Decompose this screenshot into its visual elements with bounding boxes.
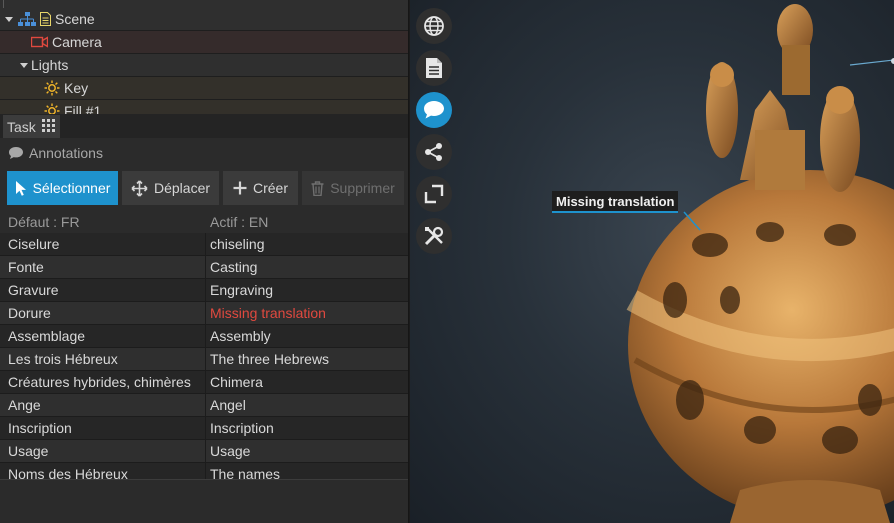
cell-default: Usage (8, 443, 49, 459)
select-button-label: Sélectionner (32, 180, 111, 196)
cell-active[interactable]: Angel (210, 397, 246, 413)
cell-default: Les trois Hébreux (8, 351, 118, 367)
create-button-label: Créer (252, 180, 288, 196)
tree-item-label: Camera (52, 34, 102, 50)
table-header: Défaut : FR Actif : EN (0, 211, 408, 233)
document-icon (40, 12, 51, 26)
select-button[interactable]: Sélectionner (7, 171, 118, 205)
cell-active[interactable]: Chimera (210, 374, 263, 390)
cell-active-missing[interactable]: Missing translation (210, 305, 326, 321)
globe-button[interactable] (416, 8, 452, 44)
left-panel: Scene Camera Lights Key Fill #1 Task Ann… (0, 0, 409, 523)
cell-default: Ciselure (8, 236, 60, 252)
hierarchy-icon (18, 12, 36, 26)
table-row[interactable]: Les trois Hébreux The three Hebrews (0, 348, 408, 371)
grid-icon[interactable] (41, 118, 55, 135)
panel-title: Annotations (0, 138, 408, 167)
table-row[interactable]: Dorure Missing translation (0, 302, 408, 325)
document-button[interactable] (416, 50, 452, 86)
cell-active[interactable]: Engraving (210, 282, 273, 298)
move-arrows-icon (131, 179, 148, 197)
delete-button[interactable]: Supprimer (302, 171, 404, 205)
fullscreen-button[interactable] (416, 176, 452, 212)
speech-bubble-icon (8, 146, 24, 160)
tab-task[interactable]: Task (3, 115, 60, 138)
tree-item-label: Scene (55, 11, 95, 27)
table-row[interactable]: Créatures hybrides, chimères Chimera (0, 371, 408, 394)
cell-active[interactable]: Casting (210, 259, 257, 275)
column-header-default: Défaut : FR (8, 214, 80, 230)
tree-item-label: Key (64, 80, 89, 96)
cell-active[interactable]: The names (210, 466, 280, 479)
tree-item-key[interactable]: Key (0, 77, 408, 100)
annotation-toolbar: Sélectionner Déplacer Créer Supprimer (0, 167, 408, 211)
table-row[interactable]: Inscription Inscription (0, 417, 408, 440)
task-tab-bar: Task (0, 114, 408, 138)
cell-active[interactable]: chiseling (210, 236, 264, 252)
move-button-label: Déplacer (153, 180, 211, 196)
delete-button-label: Supprimer (330, 180, 395, 196)
tree-item-camera[interactable]: Camera (0, 31, 408, 54)
table-row[interactable]: Ciselure chiseling (0, 233, 408, 256)
annotation-button[interactable] (416, 92, 452, 128)
table-row[interactable]: Ange Angel (0, 394, 408, 417)
annotation-table: Ciselure chiseling Fonte Casting Gravure… (0, 233, 408, 479)
3d-model-render[interactable] (410, 0, 894, 523)
share-icon (425, 143, 442, 161)
cell-default: Gravure (8, 282, 59, 298)
3d-viewport[interactable]: Missing translation (410, 0, 894, 523)
column-header-active: Actif : EN (210, 214, 269, 230)
cell-default: Créatures hybrides, chimères (8, 374, 191, 390)
tools-icon (424, 226, 444, 246)
globe-icon (424, 16, 444, 36)
cell-default: Ange (8, 397, 41, 413)
move-button[interactable]: Déplacer (122, 171, 219, 205)
table-row[interactable]: Assemblage Assembly (0, 325, 408, 348)
cell-default: Dorure (8, 305, 51, 321)
scene-tree: Scene Camera Lights Key Fill #1 (0, 0, 408, 114)
camera-icon (31, 36, 48, 48)
expand-icon (424, 184, 444, 204)
table-row[interactable]: Usage Usage (0, 440, 408, 463)
tree-item-lights[interactable]: Lights (0, 54, 408, 77)
cursor-icon (15, 180, 26, 196)
cell-default: Assemblage (8, 328, 86, 344)
collapse-arrow-icon[interactable] (20, 62, 28, 68)
cell-default: Noms des Hébreux (8, 466, 128, 479)
cell-active[interactable]: The three Hebrews (210, 351, 329, 367)
table-row[interactable]: Noms des Hébreux The names (0, 463, 408, 479)
tree-item-label: Lights (31, 57, 69, 73)
tree-item-label: Fill #1 (64, 103, 102, 114)
create-button[interactable]: Créer (223, 171, 298, 205)
sun-icon (44, 80, 60, 96)
tree-item-scene[interactable]: Scene (0, 8, 408, 31)
collapse-arrow-icon[interactable] (5, 16, 13, 22)
table-row[interactable]: Gravure Engraving (0, 279, 408, 302)
cell-active[interactable]: Usage (210, 443, 250, 459)
share-button[interactable] (416, 134, 452, 170)
panel-title-label: Annotations (29, 144, 103, 161)
annotation-icon (424, 101, 444, 119)
panel-footer (0, 479, 408, 523)
cell-default: Fonte (8, 259, 44, 275)
cell-default: Inscription (8, 420, 72, 436)
tree-item-fill[interactable]: Fill #1 (0, 100, 408, 114)
tools-button[interactable] (416, 218, 452, 254)
tab-label: Task (7, 118, 36, 135)
plus-icon (233, 181, 247, 195)
trash-icon (311, 180, 324, 196)
annotation-label[interactable]: Missing translation (552, 191, 679, 213)
table-row[interactable]: Fonte Casting (0, 256, 408, 279)
document-icon (426, 58, 442, 78)
sun-icon (44, 103, 60, 114)
cell-active[interactable]: Inscription (210, 420, 274, 436)
cell-active[interactable]: Assembly (210, 328, 271, 344)
